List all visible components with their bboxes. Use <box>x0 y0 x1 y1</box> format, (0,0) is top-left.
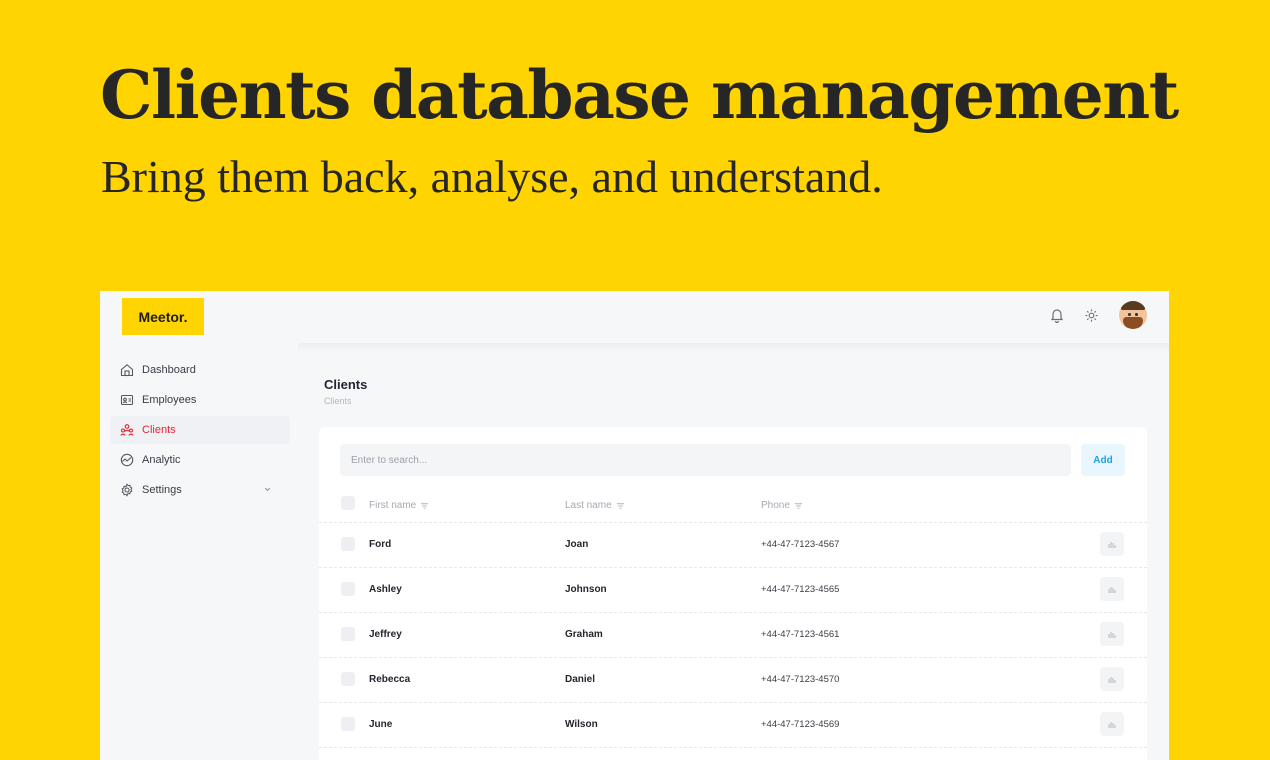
table-row[interactable]: Ford Joan +44-47-7123-4567 <box>319 522 1147 568</box>
row-checkbox[interactable] <box>341 672 355 686</box>
hero-title: Clients database management <box>100 56 1179 134</box>
gear-icon[interactable] <box>1084 308 1099 323</box>
table-row[interactable]: Rebecca Daniel +44-47-7123-4570 <box>319 657 1147 703</box>
cell-last-name: Wilson <box>565 719 598 730</box>
home-icon <box>120 364 134 377</box>
bar-chart-icon <box>1108 541 1115 548</box>
hero-subtitle: Bring them back, analyse, and understand… <box>101 151 883 202</box>
cell-last-name: Daniel <box>565 674 596 685</box>
chevron-down-icon[interactable] <box>263 485 272 494</box>
bar-chart-icon <box>1108 631 1115 638</box>
filter-icon[interactable] <box>420 502 429 510</box>
column-last-name[interactable]: Last name <box>565 500 625 511</box>
page-title: Clients <box>324 377 368 392</box>
cell-first-name: Ford <box>369 539 392 550</box>
bar-chart-icon <box>1108 586 1115 593</box>
sidebar-item-analytic[interactable]: Analytic <box>110 446 290 474</box>
column-first-name[interactable]: First name <box>369 500 429 511</box>
sidebar-item-label: Clients <box>142 424 176 436</box>
stats-button[interactable] <box>1100 532 1124 556</box>
content-divider <box>298 343 1169 353</box>
cell-first-name: Rebecca <box>369 674 411 685</box>
row-checkbox[interactable] <box>341 537 355 551</box>
row-checkbox[interactable] <box>341 717 355 731</box>
bar-chart-icon <box>1108 721 1115 728</box>
column-phone[interactable]: Phone <box>761 500 803 511</box>
filter-icon[interactable] <box>794 502 803 510</box>
chart-icon <box>120 453 134 467</box>
sidebar-item-label: Dashboard <box>142 364 196 376</box>
sidebar-item-dashboard[interactable]: Dashboard <box>110 356 290 384</box>
sidebar-item-label: Analytic <box>142 454 181 466</box>
stats-button[interactable] <box>1100 577 1124 601</box>
gear-icon <box>121 483 133 497</box>
breadcrumb[interactable]: Clients <box>324 396 352 406</box>
cell-phone: +44-47-7123-4570 <box>761 674 840 685</box>
sidebar-item-clients[interactable]: Clients <box>110 416 290 444</box>
table-row[interactable]: June Wilson +44-47-7123-4569 <box>319 702 1147 748</box>
cell-phone: +44-47-7123-4561 <box>761 629 840 640</box>
sidebar-item-label: Employees <box>142 394 197 406</box>
row-checkbox[interactable] <box>341 627 355 641</box>
cell-first-name: Jeffrey <box>369 629 402 640</box>
bar-chart-icon <box>1108 676 1115 683</box>
sidebar-item-employees[interactable]: Employees <box>110 386 290 414</box>
user-avatar[interactable] <box>1119 301 1147 329</box>
stats-button[interactable] <box>1100 622 1124 646</box>
table-row[interactable]: Jeffrey Graham +44-47-7123-4561 <box>319 612 1147 658</box>
bell-icon[interactable] <box>1050 307 1064 323</box>
stats-button[interactable] <box>1100 667 1124 691</box>
row-checkbox[interactable] <box>341 582 355 596</box>
cell-first-name: Ashley <box>369 584 402 595</box>
cell-phone: +44-47-7123-4569 <box>761 719 840 730</box>
sidebar-item-label: Settings <box>142 484 182 496</box>
search-input[interactable]: Enter to search... <box>340 444 1071 476</box>
users-icon <box>120 424 134 436</box>
clients-table-card: Enter to search... Add First name Last n… <box>319 427 1147 760</box>
logo[interactable]: Meetor. <box>122 298 204 335</box>
top-icons <box>1050 301 1147 329</box>
filter-icon[interactable] <box>616 502 625 510</box>
stats-button[interactable] <box>1100 712 1124 736</box>
table-row[interactable]: Ashley Johnson +44-47-7123-4565 <box>319 567 1147 613</box>
select-all-checkbox[interactable] <box>341 496 355 510</box>
cell-last-name: Johnson <box>565 584 607 595</box>
top-bar: Meetor. <box>100 291 1169 343</box>
cell-last-name: Joan <box>565 539 589 550</box>
cell-phone: +44-47-7123-4567 <box>761 539 840 550</box>
id-card-icon <box>120 394 134 406</box>
cell-phone: +44-47-7123-4565 <box>761 584 840 595</box>
sidebar-item-settings[interactable]: Settings <box>110 476 290 504</box>
sidebar: Dashboard Employees Clients Analytic Set… <box>100 343 298 760</box>
cell-last-name: Graham <box>565 629 603 640</box>
add-client-button[interactable]: Add <box>1081 444 1125 476</box>
cell-first-name: June <box>369 719 393 730</box>
table-header: First name Last name Phone <box>319 489 1147 523</box>
app-window: Meetor. Dashboard Employees Clients Anal… <box>100 291 1169 760</box>
